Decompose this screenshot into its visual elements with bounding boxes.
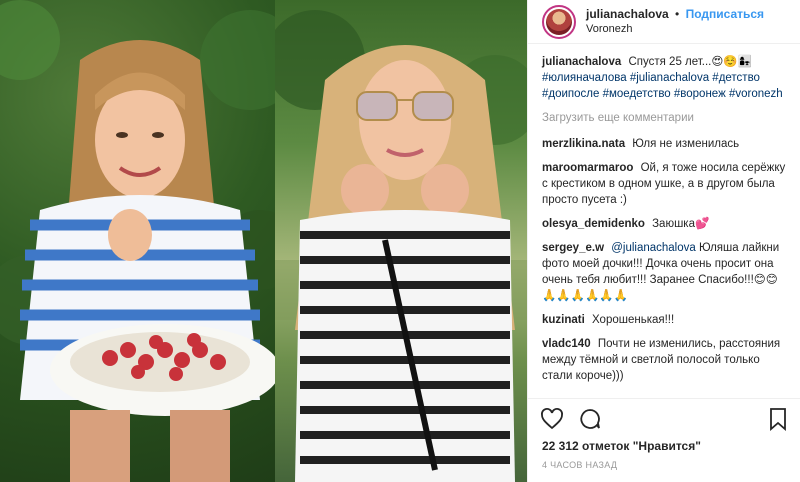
caption-username[interactable]: julianachalova bbox=[542, 56, 621, 68]
comment-text: Заюшка💕 bbox=[652, 218, 710, 230]
photo-adult bbox=[275, 0, 527, 482]
comment-text: Юля не изменилась bbox=[632, 138, 740, 150]
heart-icon[interactable] bbox=[540, 407, 564, 431]
separator-dot: • bbox=[675, 6, 680, 21]
comment-item: merzlikina.nata Юля не изменилась bbox=[542, 136, 788, 152]
comment-username[interactable]: sergey_e.w bbox=[542, 242, 604, 254]
comment-item: kuzinati Хорошенькая!!! bbox=[542, 312, 788, 328]
comment-text: Хорошенькая!!! bbox=[592, 314, 675, 326]
caption: julianachalova Спустя 25 лет...😍☺️👩‍👧 #ю… bbox=[542, 54, 788, 102]
comment-username[interactable]: maroomarmaroo bbox=[542, 162, 633, 174]
post-header: julianachalova • Подписаться Voronezh bbox=[528, 0, 800, 44]
avatar[interactable] bbox=[542, 4, 576, 39]
likes-count[interactable]: 22 312 отметок "Нравится" bbox=[528, 438, 800, 454]
comment-username[interactable]: merzlikina.nata bbox=[542, 138, 625, 150]
comment-username[interactable]: olesya_demidenko bbox=[542, 218, 645, 230]
caption-text: Спустя 25 лет...😍☺️👩‍👧 bbox=[628, 56, 752, 68]
comment-username[interactable]: vladc140 bbox=[542, 338, 591, 350]
comment-icon[interactable] bbox=[578, 407, 602, 431]
comment-item: maroomarmaroo Ой, я тоже носила серёжку … bbox=[542, 160, 788, 208]
location-link[interactable]: Voronezh bbox=[586, 22, 764, 37]
comments-list: julianachalova Спустя 25 лет...😍☺️👩‍👧 #ю… bbox=[528, 44, 800, 398]
load-more-comments-button[interactable]: Загрузить еще комментарии bbox=[542, 110, 788, 126]
follow-button[interactable]: Подписаться bbox=[686, 7, 764, 21]
instagram-post: julianachalova • Подписаться Voronezh ju… bbox=[0, 0, 800, 482]
post-timestamp[interactable]: 4 часов назад bbox=[528, 454, 800, 482]
comment-item: sergey_e.w @julianachalova Юляша лайкни … bbox=[542, 240, 788, 304]
comment-mention[interactable]: @julianachalova bbox=[611, 242, 696, 254]
photo-childhood bbox=[0, 0, 275, 482]
comment-item: vladc140 Почти не изменились, расстояния… bbox=[542, 336, 788, 384]
header-username[interactable]: julianachalova bbox=[586, 7, 669, 21]
caption-hashtags[interactable]: #юлияначалова #julianachalova #детство #… bbox=[542, 72, 783, 100]
comment-item: olesya_demidenko Заюшка💕 bbox=[542, 216, 788, 232]
post-sidebar: julianachalova • Подписаться Voronezh ju… bbox=[527, 0, 800, 482]
action-bar bbox=[528, 398, 800, 438]
post-media[interactable] bbox=[0, 0, 527, 482]
bookmark-icon[interactable] bbox=[766, 407, 790, 431]
comment-username[interactable]: kuzinati bbox=[542, 314, 585, 326]
